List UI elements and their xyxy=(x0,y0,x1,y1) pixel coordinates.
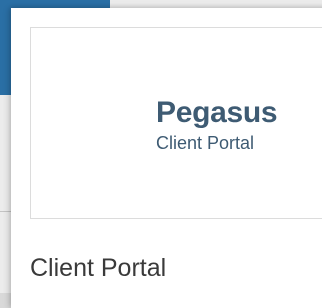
tile-title[interactable]: Client Portal xyxy=(30,254,166,282)
logo-brand-text: Pegasus xyxy=(156,96,278,129)
client-portal-logo: Pegasus Client Portal xyxy=(30,27,322,219)
logo-tagline-text: Client Portal xyxy=(156,133,255,153)
client-portal-tile[interactable]: Pegasus Client Portal Client Portal xyxy=(11,8,322,308)
